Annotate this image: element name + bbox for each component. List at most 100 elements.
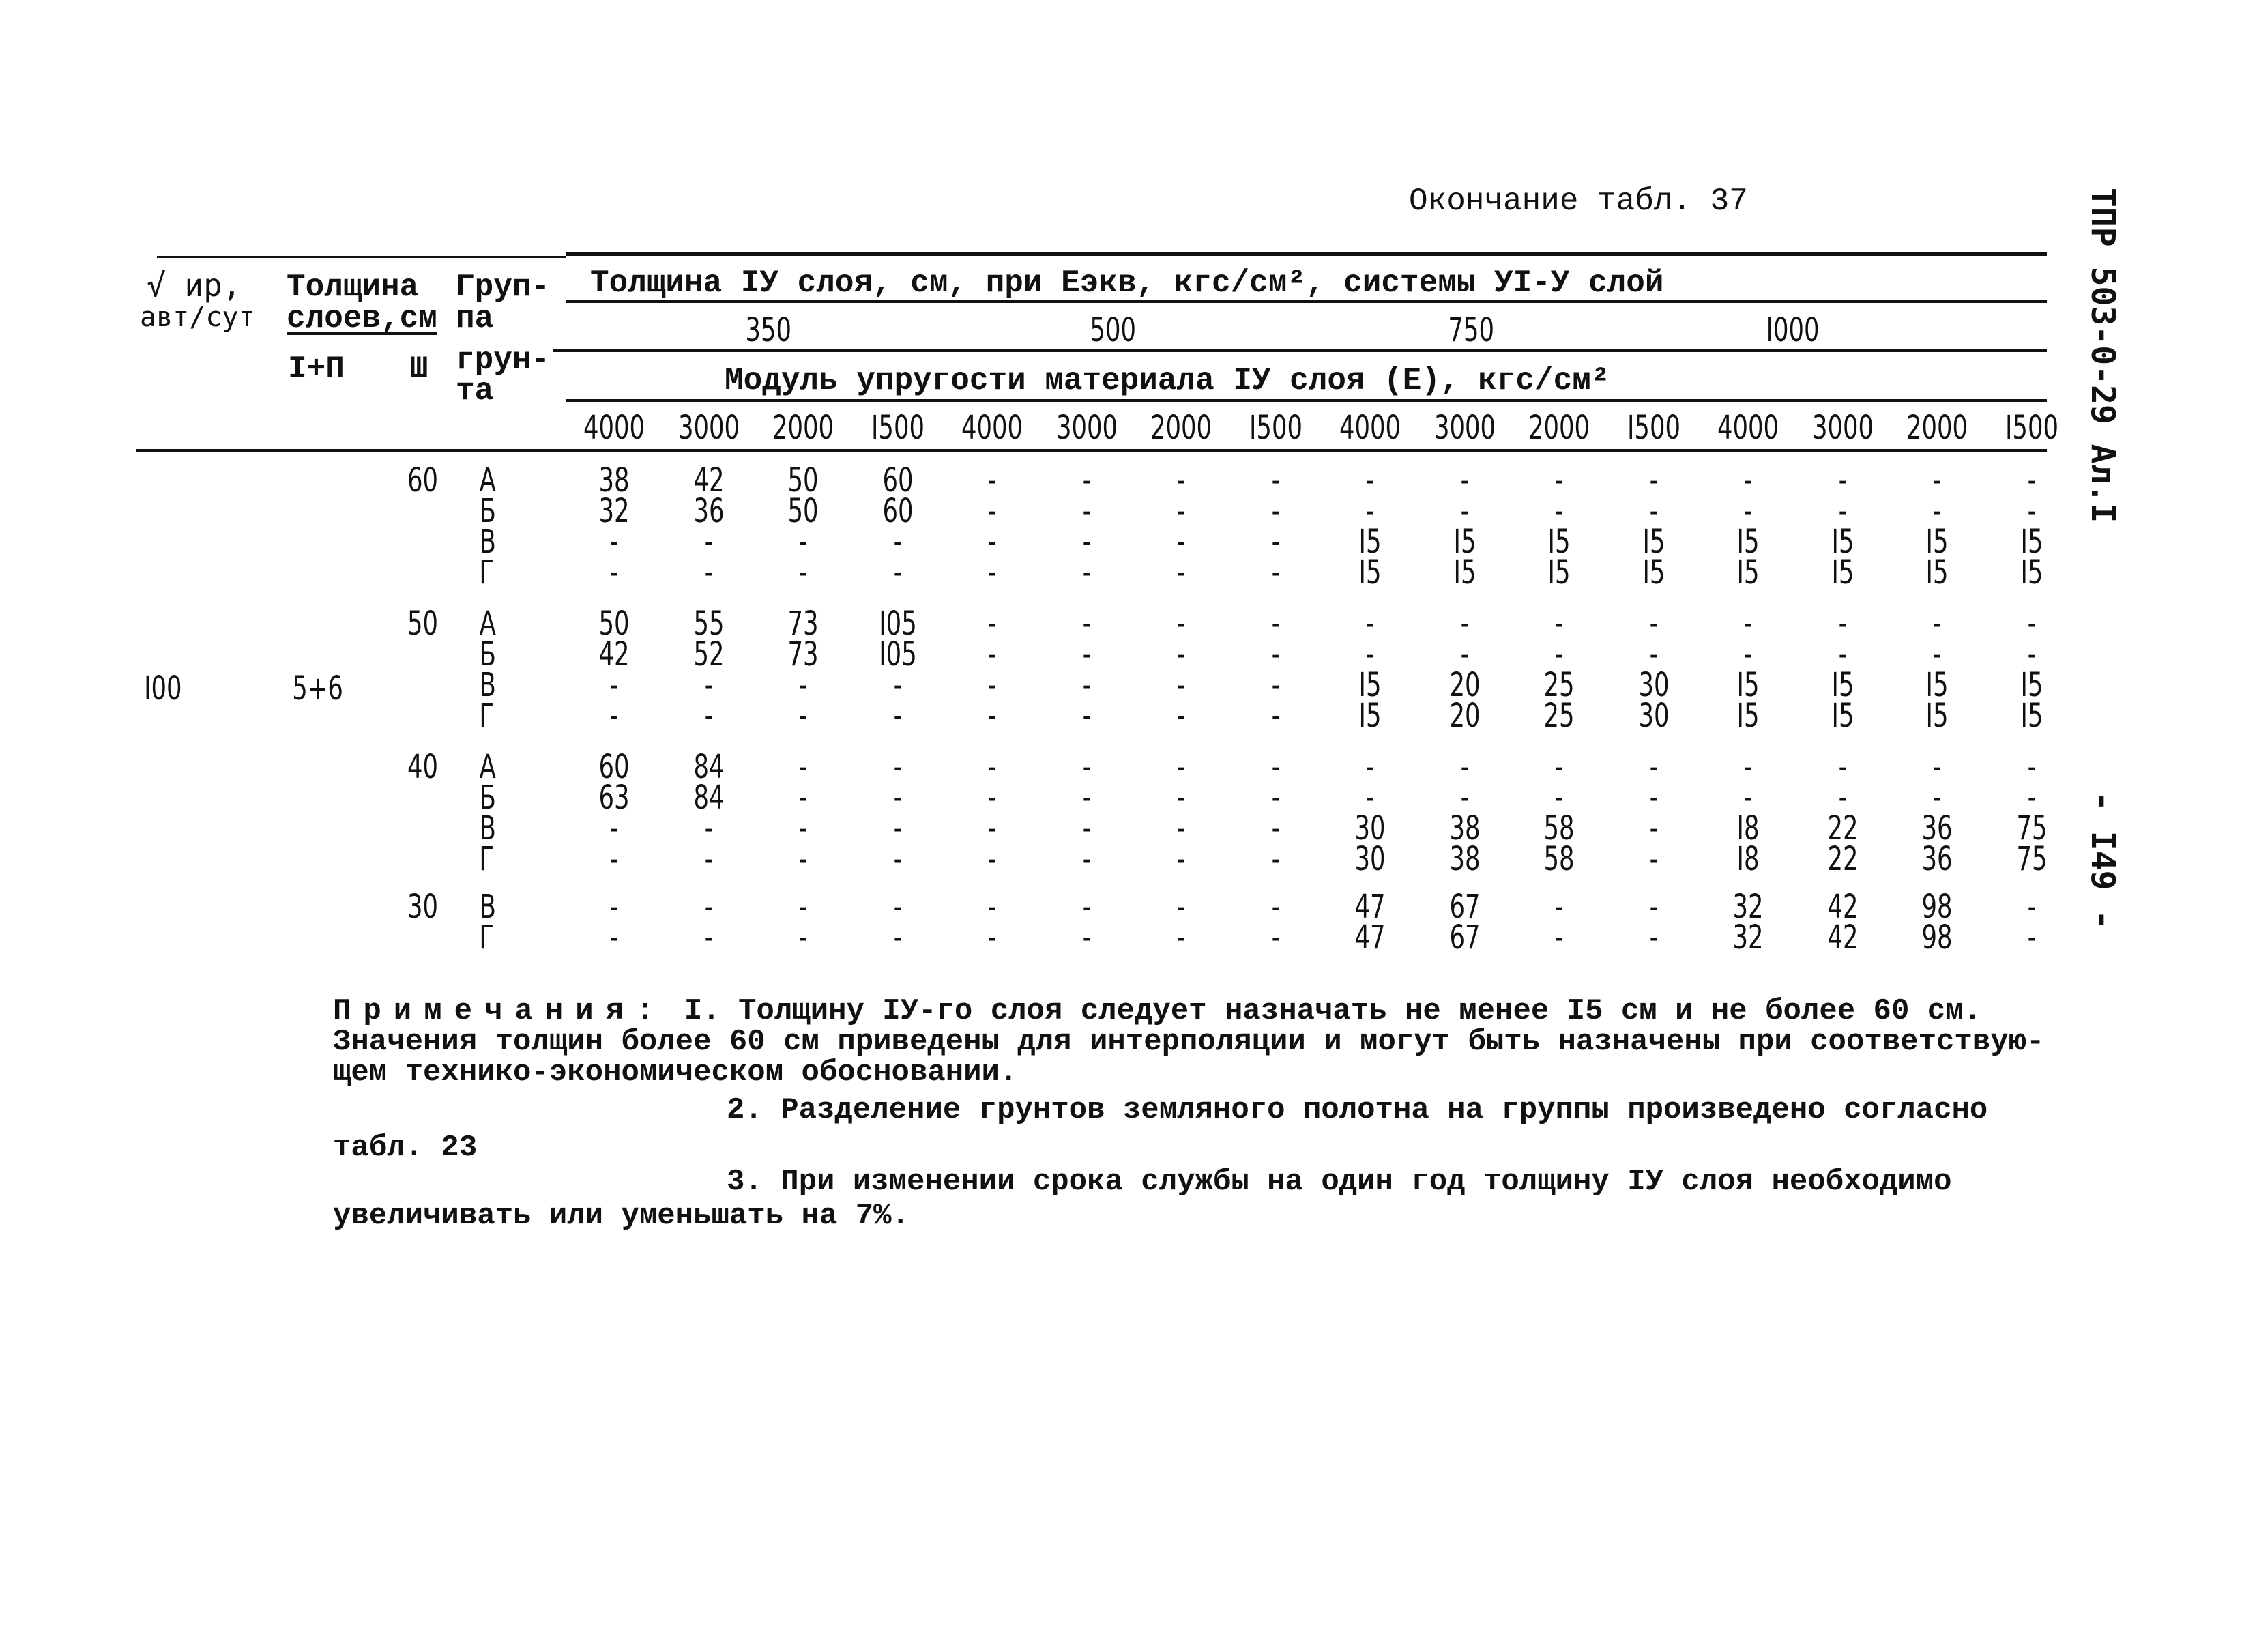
table-cell-empty: - xyxy=(798,553,808,592)
table-cell-empty: - xyxy=(1554,918,1564,957)
table-cell-empty: - xyxy=(987,840,997,878)
header-traffic-line2: авт/сут xyxy=(140,302,255,333)
soil-group-label: Г xyxy=(479,553,494,592)
table-cell-empty: - xyxy=(893,918,902,957)
table-cell: I5 xyxy=(1358,553,1382,592)
modulus-value: 2000 xyxy=(1906,409,1968,447)
header-thickness-title2: слоев,см xyxy=(287,301,437,336)
header-thickness-sub-i-ii: I+П xyxy=(288,351,345,387)
table-cell-empty: - xyxy=(1176,840,1186,878)
modulus-value: 3000 xyxy=(678,409,740,447)
table-cell: I5 xyxy=(2020,697,2043,735)
table-cell-empty: - xyxy=(1271,697,1280,735)
soil-group-label: Г xyxy=(479,840,494,878)
note-3-line-1: 3. При изменении срока службы на один го… xyxy=(727,1165,1952,1199)
header-group-line4: та xyxy=(456,373,494,409)
modulus-value: 3000 xyxy=(1811,409,1874,447)
modulus-title: Модуль упругости материала IУ слоя (Е), … xyxy=(725,363,1610,398)
header-thickness-sub-iii: Ш xyxy=(409,351,428,387)
modulus-value: 2000 xyxy=(772,409,834,447)
table-cell-empty: - xyxy=(798,697,808,735)
header-traffic-line1: √ ир, xyxy=(147,267,242,304)
modulus-value: 3000 xyxy=(1433,409,1496,447)
table-cell: I5 xyxy=(1358,697,1382,735)
table-cell: 36 xyxy=(1921,840,1953,878)
table-cell-empty: - xyxy=(987,697,997,735)
table-cell: 30 xyxy=(1354,840,1386,878)
table-cell: I5 xyxy=(1453,553,1476,592)
table-cell-empty: - xyxy=(609,840,619,878)
table-cell: 98 xyxy=(1921,918,1953,957)
table-cell: I5 xyxy=(1736,553,1760,592)
table-cell: I5 xyxy=(1547,553,1571,592)
eekv-1000: I000 xyxy=(1766,311,1820,349)
note-1-line-2: Значения толщин более 60 см приведены дл… xyxy=(333,1025,2045,1059)
table-header-bottom-rule xyxy=(136,449,2047,452)
header-group-line2: па xyxy=(456,301,494,336)
note-2-line-2: табл. 23 xyxy=(333,1131,478,1165)
modulus-value: 2000 xyxy=(1150,409,1212,447)
table-cell-empty: - xyxy=(1082,553,1091,592)
table-cell-empty: - xyxy=(1271,918,1280,957)
table-cell: 30 xyxy=(1637,697,1670,735)
note-1-line-1: I. Толщину IУ-го слоя следует назначать … xyxy=(666,994,1981,1028)
note-1-line-3: щем технико-экономическом обосновании. xyxy=(333,1056,1018,1090)
layer3-thickness: 30 xyxy=(407,888,438,926)
table-cell: 32 xyxy=(1732,918,1764,957)
table-cell-empty: - xyxy=(704,553,713,592)
layer3-thickness: 60 xyxy=(407,461,438,499)
side-document-code: ТПР 503-0-29 Ал.I xyxy=(2084,188,2122,523)
table-cell: I5 xyxy=(1642,553,1665,592)
table-cell-empty: - xyxy=(987,553,997,592)
table-cell-empty: - xyxy=(1082,697,1091,735)
table-cell-empty: - xyxy=(609,918,619,957)
eekv-500: 500 xyxy=(1090,311,1136,349)
notes-block: Примечания: I. Толщину IУ-го слоя следуе… xyxy=(333,996,1981,1026)
table-cell: 25 xyxy=(1543,697,1575,735)
modulus-value: I500 xyxy=(1249,409,1302,447)
table-cell: I5 xyxy=(1736,697,1760,735)
modulus-value: I500 xyxy=(2005,409,2058,447)
table-cell-empty: - xyxy=(987,918,997,957)
table-cell-empty: - xyxy=(704,840,713,878)
table-cell-empty: - xyxy=(704,697,713,735)
table-cell-empty: - xyxy=(1649,840,1658,878)
table-cell-empty: - xyxy=(893,840,902,878)
table-cell: 67 xyxy=(1448,918,1481,957)
modulus-value: I500 xyxy=(1627,409,1680,447)
layer3-thickness: 50 xyxy=(407,605,438,643)
table-cell-empty: - xyxy=(893,553,902,592)
table-cell-empty: - xyxy=(893,697,902,735)
table-top-rule xyxy=(566,252,2047,256)
table-cell-empty: - xyxy=(609,697,619,735)
modulus-value: 2000 xyxy=(1528,409,1590,447)
eekv-350: 350 xyxy=(745,311,791,349)
continuation-title: Окончание табл. 37 xyxy=(1409,184,1748,219)
table-cell: I5 xyxy=(1831,697,1854,735)
modulus-value: 3000 xyxy=(1055,409,1118,447)
table-cell: I5 xyxy=(1925,697,1949,735)
notes-label: Примечания: xyxy=(333,994,667,1028)
table-cell: 58 xyxy=(1543,840,1575,878)
header-group-line1: Груп- xyxy=(456,270,551,305)
soil-group-label: Г xyxy=(479,697,494,735)
note-3-line-2: увеличивать или уменьшать на 7%. xyxy=(333,1199,909,1233)
table-cell: I5 xyxy=(1925,553,1949,592)
header-group-line3: грун- xyxy=(456,343,551,378)
table-cell: I5 xyxy=(1831,553,1854,592)
note-2-line-1: 2. Разделение грунтов земляного полотна … xyxy=(727,1093,1988,1127)
span-title: Толщина IУ слоя, см, при Еэкв, кгс/см², … xyxy=(590,265,1664,301)
table-cell-empty: - xyxy=(609,553,619,592)
table-cell: I5 xyxy=(2020,553,2043,592)
modulus-value: 4000 xyxy=(1717,409,1779,447)
table-cell-empty: - xyxy=(798,918,808,957)
modulus-value: 4000 xyxy=(961,409,1023,447)
table-cell-empty: - xyxy=(1082,840,1091,878)
header-thickness-title: Толщина xyxy=(287,270,419,305)
table-cell-empty: - xyxy=(1649,918,1658,957)
layer3-thickness: 40 xyxy=(407,748,438,786)
table-cell-empty: - xyxy=(1271,553,1280,592)
left-header-top-rule xyxy=(157,256,566,258)
rule-under-modulus xyxy=(566,399,2047,402)
table-cell: 22 xyxy=(1826,840,1859,878)
